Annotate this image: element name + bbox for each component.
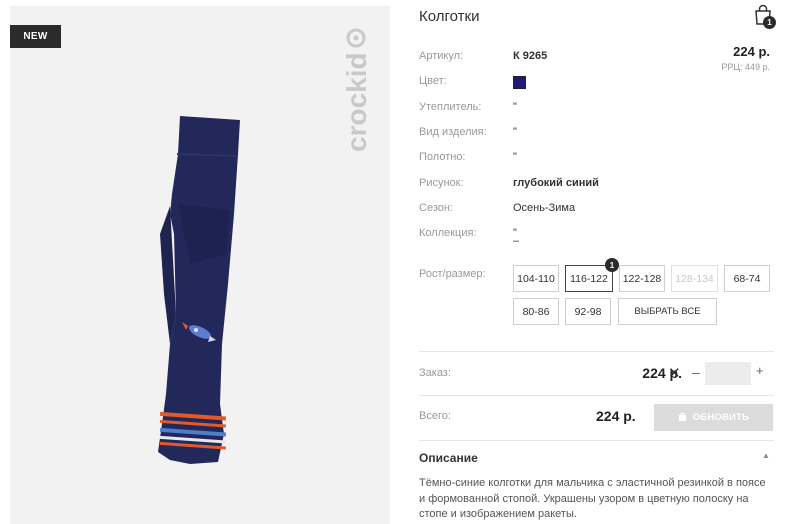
spec-color: Цвет: — [419, 75, 526, 89]
size-count-badge: 1 — [605, 258, 619, 272]
crockid-logo: crockid — [341, 28, 372, 152]
spec-value: глубокий синий — [513, 177, 599, 189]
product-image-panel[interactable]: NEW crockid — [10, 6, 390, 524]
description-text: Тёмно-синие колготки для мальчика с элас… — [419, 477, 766, 520]
spec-value: Осень-Зима — [513, 202, 576, 214]
spec-value: – — [513, 235, 520, 247]
size-option-80-86[interactable]: 80-86 — [513, 298, 559, 325]
update-button[interactable]: ОБНОВИТЬ — [654, 404, 773, 431]
spec-label: Утеплитель: — [419, 101, 482, 113]
total-price: 224 р. — [596, 408, 636, 424]
divider — [419, 351, 774, 352]
select-all-sizes-button[interactable]: ВЫБРАТЬ ВСЕ — [618, 298, 717, 325]
product-info: Колготки 1 224 р. РРЦ: 449 р. Артикул: К… — [419, 0, 776, 524]
spec-fabric: Полотно: " — [419, 151, 517, 163]
quantity-input[interactable] — [705, 362, 751, 385]
spec-product-type: Вид изделия: " — [419, 126, 517, 138]
order-label: Заказ: — [419, 367, 451, 379]
collapse-icon[interactable]: ▲ — [762, 451, 770, 460]
size-option-128-134[interactable]: 128-134 — [671, 265, 718, 292]
product-title: Колготки — [419, 8, 480, 25]
divider — [419, 440, 774, 441]
brand-logo-text: crockid — [341, 52, 372, 152]
decrease-button[interactable]: – — [692, 364, 700, 380]
cart-icon — [678, 413, 686, 421]
spec-label: Сезон: — [419, 202, 453, 214]
size-option-122-128[interactable]: 122-128 — [619, 265, 665, 292]
divider — [419, 395, 774, 396]
spec-season: Сезон: Осень-Зима — [419, 202, 575, 214]
total-label: Всего: — [419, 410, 451, 422]
size-label: Рост/размер: — [419, 268, 486, 280]
new-badge: NEW — [10, 25, 61, 48]
spec-label: Вид изделия: — [419, 126, 487, 138]
size-option-68-74[interactable]: 68-74 — [724, 265, 770, 292]
spec-value: " — [513, 126, 517, 138]
spec-label — [419, 235, 513, 247]
spec-label: Артикул: — [419, 50, 464, 62]
spec-value: " — [513, 151, 517, 163]
increase-button[interactable]: + — [756, 363, 764, 378]
spec-article: Артикул: К 9265 — [419, 50, 547, 62]
spec-label: Цвет: — [419, 75, 447, 87]
size-option-116-122[interactable]: 116-122 1 — [565, 258, 619, 292]
spec-collection-extra: – — [419, 235, 519, 247]
size-option-92-98[interactable]: 92-98 — [565, 298, 611, 325]
spec-pattern: Рисунок: глубокий синий — [419, 177, 599, 189]
size-option-104-110[interactable]: 104-110 — [513, 265, 559, 292]
cart-button[interactable]: 1 — [753, 4, 776, 30]
product-price: 224 р. — [733, 44, 770, 59]
color-swatch[interactable] — [513, 76, 526, 89]
remove-icon[interactable]: ✕ — [668, 364, 681, 382]
spec-label: Рисунок: — [419, 177, 464, 189]
spec-insulation: Утеплитель: " — [419, 101, 517, 113]
size-option-label: 116-122 — [570, 272, 608, 285]
cart-count-badge: 1 — [763, 16, 776, 29]
spec-value: К 9265 — [513, 50, 548, 62]
description-heading[interactable]: Описание — [419, 451, 478, 465]
recommended-price: РРЦ: 449 р. — [721, 62, 770, 72]
update-button-label: ОБНОВИТЬ — [692, 412, 750, 423]
spec-label: Полотно: — [419, 151, 466, 163]
tights-image — [158, 116, 240, 464]
spec-value: " — [513, 101, 517, 113]
